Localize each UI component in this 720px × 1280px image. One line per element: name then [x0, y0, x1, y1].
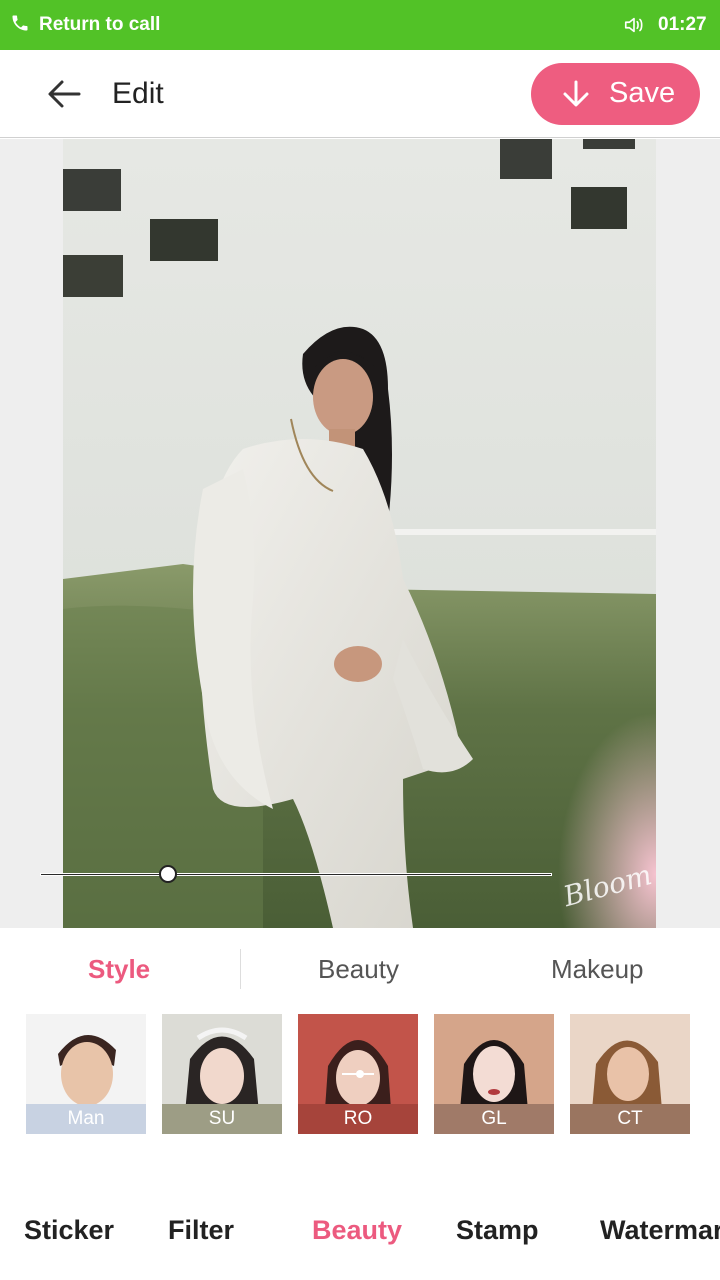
nav-filter[interactable]: Filter [168, 1215, 234, 1246]
style-item-man[interactable]: Man [26, 1014, 146, 1134]
slider-thumb[interactable] [159, 865, 177, 883]
style-list: Man SU RO GL CT [0, 1014, 720, 1136]
bottom-nav: Sticker Filter Beauty Stamp Watermar [0, 1190, 720, 1280]
tab-makeup[interactable]: Makeup [551, 954, 644, 985]
nav-beauty[interactable]: Beauty [312, 1215, 402, 1246]
sub-tabs: Style Beauty Makeup [0, 928, 720, 1010]
style-label: SU [162, 1104, 282, 1134]
back-arrow-icon[interactable] [46, 78, 82, 110]
edited-photo: Bloom [63, 139, 656, 928]
style-label: RO [298, 1104, 418, 1134]
photo-canvas: Bloom [0, 139, 720, 928]
return-to-call-label: Return to call [39, 14, 161, 35]
style-label: GL [434, 1104, 554, 1134]
return-to-call-bar[interactable]: Return to call 01:27 [0, 0, 720, 50]
slider-track [40, 873, 552, 876]
save-label: Save [609, 77, 676, 109]
nav-watermark[interactable]: Watermar [600, 1215, 720, 1246]
phone-icon [12, 15, 28, 31]
intensity-slider[interactable] [40, 865, 552, 885]
save-button[interactable]: Save [531, 63, 700, 125]
tab-divider [240, 949, 241, 989]
nav-stamp[interactable]: Stamp [456, 1215, 539, 1246]
speaker-icon [624, 17, 643, 33]
style-item-su[interactable]: SU [162, 1014, 282, 1134]
style-label: CT [570, 1104, 690, 1134]
app-header: Edit Save [0, 50, 720, 138]
tab-style[interactable]: Style [88, 954, 150, 985]
tab-beauty[interactable]: Beauty [318, 954, 399, 985]
style-item-ro[interactable]: RO [298, 1014, 418, 1134]
style-item-ct[interactable]: CT [570, 1014, 690, 1134]
download-icon [563, 80, 589, 107]
clock-time: 01:27 [658, 14, 707, 35]
nav-sticker[interactable]: Sticker [24, 1215, 114, 1246]
style-item-gl[interactable]: GL [434, 1014, 554, 1134]
style-label: Man [26, 1104, 146, 1134]
page-title: Edit [112, 77, 164, 110]
